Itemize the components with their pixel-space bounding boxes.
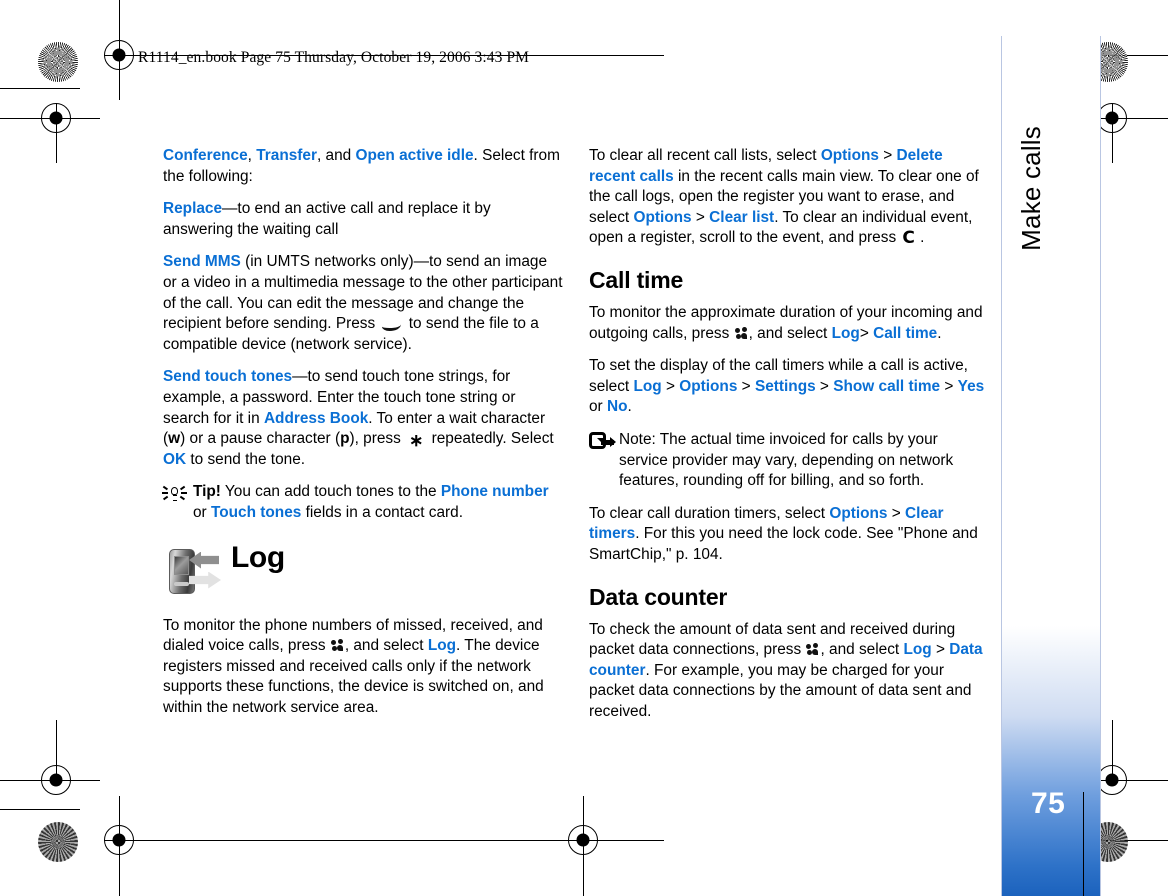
ui-term: Log xyxy=(831,324,860,342)
ui-term: Transfer xyxy=(256,147,317,164)
log-phone-arrows-icon xyxy=(165,546,223,598)
paragraph-send-mms: Send MMS (in UMTS networks only)—to send… xyxy=(163,253,563,353)
note-arrow-icon xyxy=(589,431,616,450)
ui-term: Settings xyxy=(754,377,816,395)
ui-term: OK xyxy=(163,450,187,468)
ui-term: Conference xyxy=(163,147,248,164)
ui-term: Options xyxy=(820,147,879,164)
tip-callout: Tip! You can add touch tones to the Phon… xyxy=(162,482,563,523)
ui-term: Replace xyxy=(163,200,223,218)
paragraph-set-display-timers: To set the display of the call timers wh… xyxy=(589,357,985,416)
note-text: Note: The actual time invoiced for calls… xyxy=(619,430,954,490)
tip-text: Tip! You can add touch tones to the Phon… xyxy=(193,483,549,521)
crop-rule-bottom-left-v xyxy=(118,796,120,896)
menu-key-icon xyxy=(806,643,819,656)
side-tab-chapter-title: Make calls xyxy=(1016,126,1046,251)
page-number: 75 xyxy=(1031,787,1066,820)
paragraph-log-intro: To monitor the phone numbers of missed, … xyxy=(163,616,544,716)
ui-term: Call time xyxy=(873,324,938,342)
emphasis-text: p xyxy=(340,430,350,448)
ui-term: Address Book xyxy=(263,409,369,427)
ui-term: Clear list xyxy=(709,208,775,226)
menu-key-icon xyxy=(734,326,748,340)
ui-term: Yes xyxy=(957,377,985,395)
print-job-header: R1114_en.book Page 75 Thursday, October … xyxy=(138,49,530,66)
crop-rule-left-lower-boundary xyxy=(0,809,80,811)
ui-term: Options xyxy=(633,208,692,226)
lightbulb-icon xyxy=(162,484,187,502)
crop-rule-left-upper-h xyxy=(0,117,100,119)
ui-term: Send MMS xyxy=(163,253,241,271)
ui-term: No xyxy=(606,398,628,416)
ui-term: Clear timers xyxy=(589,504,944,543)
side-tab-inner-rule xyxy=(1083,792,1085,896)
chapter-title-log: Log xyxy=(231,540,285,574)
ui-term: Log xyxy=(633,377,662,395)
ui-term: Phone number xyxy=(440,483,549,501)
emphasis-text: w xyxy=(168,430,181,448)
ui-term: Touch tones xyxy=(210,503,302,521)
end-call-key-icon xyxy=(382,318,402,332)
crop-rule-left-upper-v xyxy=(55,103,57,163)
note-callout: Note: The actual time invoiced for calls… xyxy=(589,430,989,492)
left-text-column: Conference, Transfer, and Open active id… xyxy=(162,146,563,730)
print-starburst-mark-bottom-left xyxy=(38,822,78,862)
ui-term: Options xyxy=(679,377,738,395)
crop-rule-right-lower-v xyxy=(1111,720,1113,780)
crop-rule-bottom-center-v xyxy=(582,796,584,896)
paragraph-monitor-duration: To monitor the approximate duration of y… xyxy=(589,303,983,342)
paragraph-data-counter: To check the amount of data sent and rec… xyxy=(589,620,983,720)
section-heading-data-counter: Data counter xyxy=(589,583,728,610)
emphasis-text: Tip! xyxy=(193,483,221,501)
crop-rule-top-left-v xyxy=(118,0,120,100)
section-heading-call-time: Call time xyxy=(589,266,684,293)
chapter-side-tab: Make calls 75 xyxy=(1001,36,1101,896)
crop-rule-left-boundary xyxy=(0,88,80,90)
paragraph-send-touch-tones: Send touch tones—to send touch tone stri… xyxy=(163,368,554,468)
ui-term: Delete recent calls xyxy=(589,147,943,185)
ui-term: Open active idle xyxy=(355,147,474,164)
asterisk-key-icon: ∗ xyxy=(409,431,424,451)
crop-rule-left-lower-v xyxy=(55,720,57,780)
menu-key-icon xyxy=(330,639,344,652)
paragraph-replace: Replace—to end an active call and replac… xyxy=(163,200,491,238)
crop-rule-right-upper-v xyxy=(1111,103,1113,163)
ui-term: Show call time xyxy=(833,377,941,395)
ui-term: Options xyxy=(829,504,888,522)
ui-term: Log xyxy=(427,637,457,655)
print-starburst-mark-top-left xyxy=(38,42,78,82)
clear-key-icon: C xyxy=(902,228,915,249)
crop-rule-left-lower-h xyxy=(0,779,100,781)
paragraph-clear-timers: To clear call duration timers, select Op… xyxy=(589,504,978,563)
paragraph-conference: Conference, Transfer, and Open active id… xyxy=(163,147,560,185)
chapter-heading-log: Log xyxy=(163,540,563,600)
paragraph-clear-recent: To clear all recent call lists, select O… xyxy=(589,147,979,249)
ui-term: Send touch tones xyxy=(163,368,293,386)
ui-term: Log xyxy=(903,641,932,659)
right-text-column: To clear all recent call lists, select O… xyxy=(589,146,989,734)
